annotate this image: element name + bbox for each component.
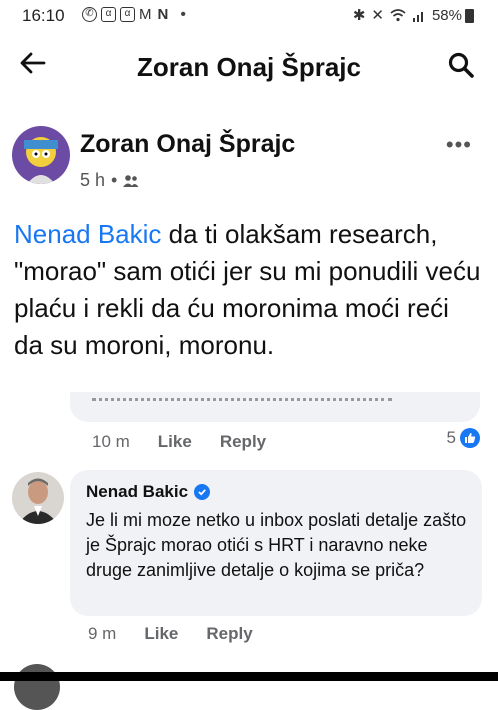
comment-bubble: Nenad Bakic Je li mi moze netko u inbox …	[70, 470, 482, 616]
battery-icon	[465, 9, 474, 23]
notification-icons: ✆ α α M N •	[82, 6, 186, 23]
previous-comment-bubble	[70, 392, 480, 422]
n-icon: N	[157, 6, 169, 23]
comment-author-name[interactable]: Nenad Bakic	[86, 482, 188, 502]
gmail-icon: M	[139, 6, 152, 23]
reply-button[interactable]: Reply	[220, 432, 266, 452]
reaction-count[interactable]: 5	[447, 428, 480, 448]
friends-icon	[123, 174, 139, 187]
search-icon[interactable]	[446, 50, 476, 80]
mute-icon: ✕	[371, 7, 384, 24]
reaction-number: 5	[446, 428, 456, 447]
comment-actions: 9 m Like Reply	[88, 624, 253, 644]
comment-text: Je li mi moze netko u inbox poslati deta…	[86, 510, 467, 580]
mention-link[interactable]: Nenad Bakic	[14, 219, 161, 249]
thumbs-up-icon	[460, 428, 480, 448]
verified-badge-icon	[194, 484, 211, 500]
bottom-edge	[0, 672, 498, 681]
system-icons: ✱ ✕ 58%	[352, 6, 462, 25]
dot-icon: •	[180, 5, 186, 23]
comment-time: 9 m	[88, 624, 117, 643]
avatar[interactable]	[12, 126, 70, 184]
comment-time: 10 m	[92, 432, 130, 451]
app-bar: Zoran Onaj Šprajc	[0, 34, 498, 96]
app-alpha-icon: α	[101, 7, 116, 22]
whatsapp-icon: ✆	[82, 7, 97, 22]
post-time[interactable]: 5 h	[80, 170, 105, 191]
signal-icon	[412, 12, 423, 22]
reply-button[interactable]: Reply	[206, 624, 252, 644]
more-options-icon[interactable]: •••	[446, 132, 472, 158]
post-author[interactable]: Zoran Onaj Šprajc	[80, 130, 295, 159]
meta-separator: •	[111, 170, 118, 190]
page-title: Zoran Onaj Šprajc	[137, 52, 361, 82]
status-bar: 16:10 ✆ α α M N • ✱ ✕ 58%	[0, 0, 498, 34]
post-body: Nenad Bakic da ti olakšam research, "mor…	[14, 216, 484, 364]
bluetooth-icon: ✱	[352, 7, 366, 24]
post-meta: 5 h •	[80, 170, 139, 191]
like-button[interactable]: Like	[144, 624, 178, 644]
app-alpha-icon: α	[120, 7, 135, 22]
avatar[interactable]	[12, 472, 64, 524]
comment-author[interactable]: Nenad Bakic	[86, 482, 211, 502]
wifi-icon	[390, 9, 406, 22]
like-button[interactable]: Like	[158, 432, 192, 452]
status-time: 16:10	[22, 6, 65, 25]
avatar[interactable]	[14, 664, 60, 710]
comment-actions: 10 m Like Reply	[92, 432, 266, 452]
battery-percent: 58%	[431, 6, 462, 24]
